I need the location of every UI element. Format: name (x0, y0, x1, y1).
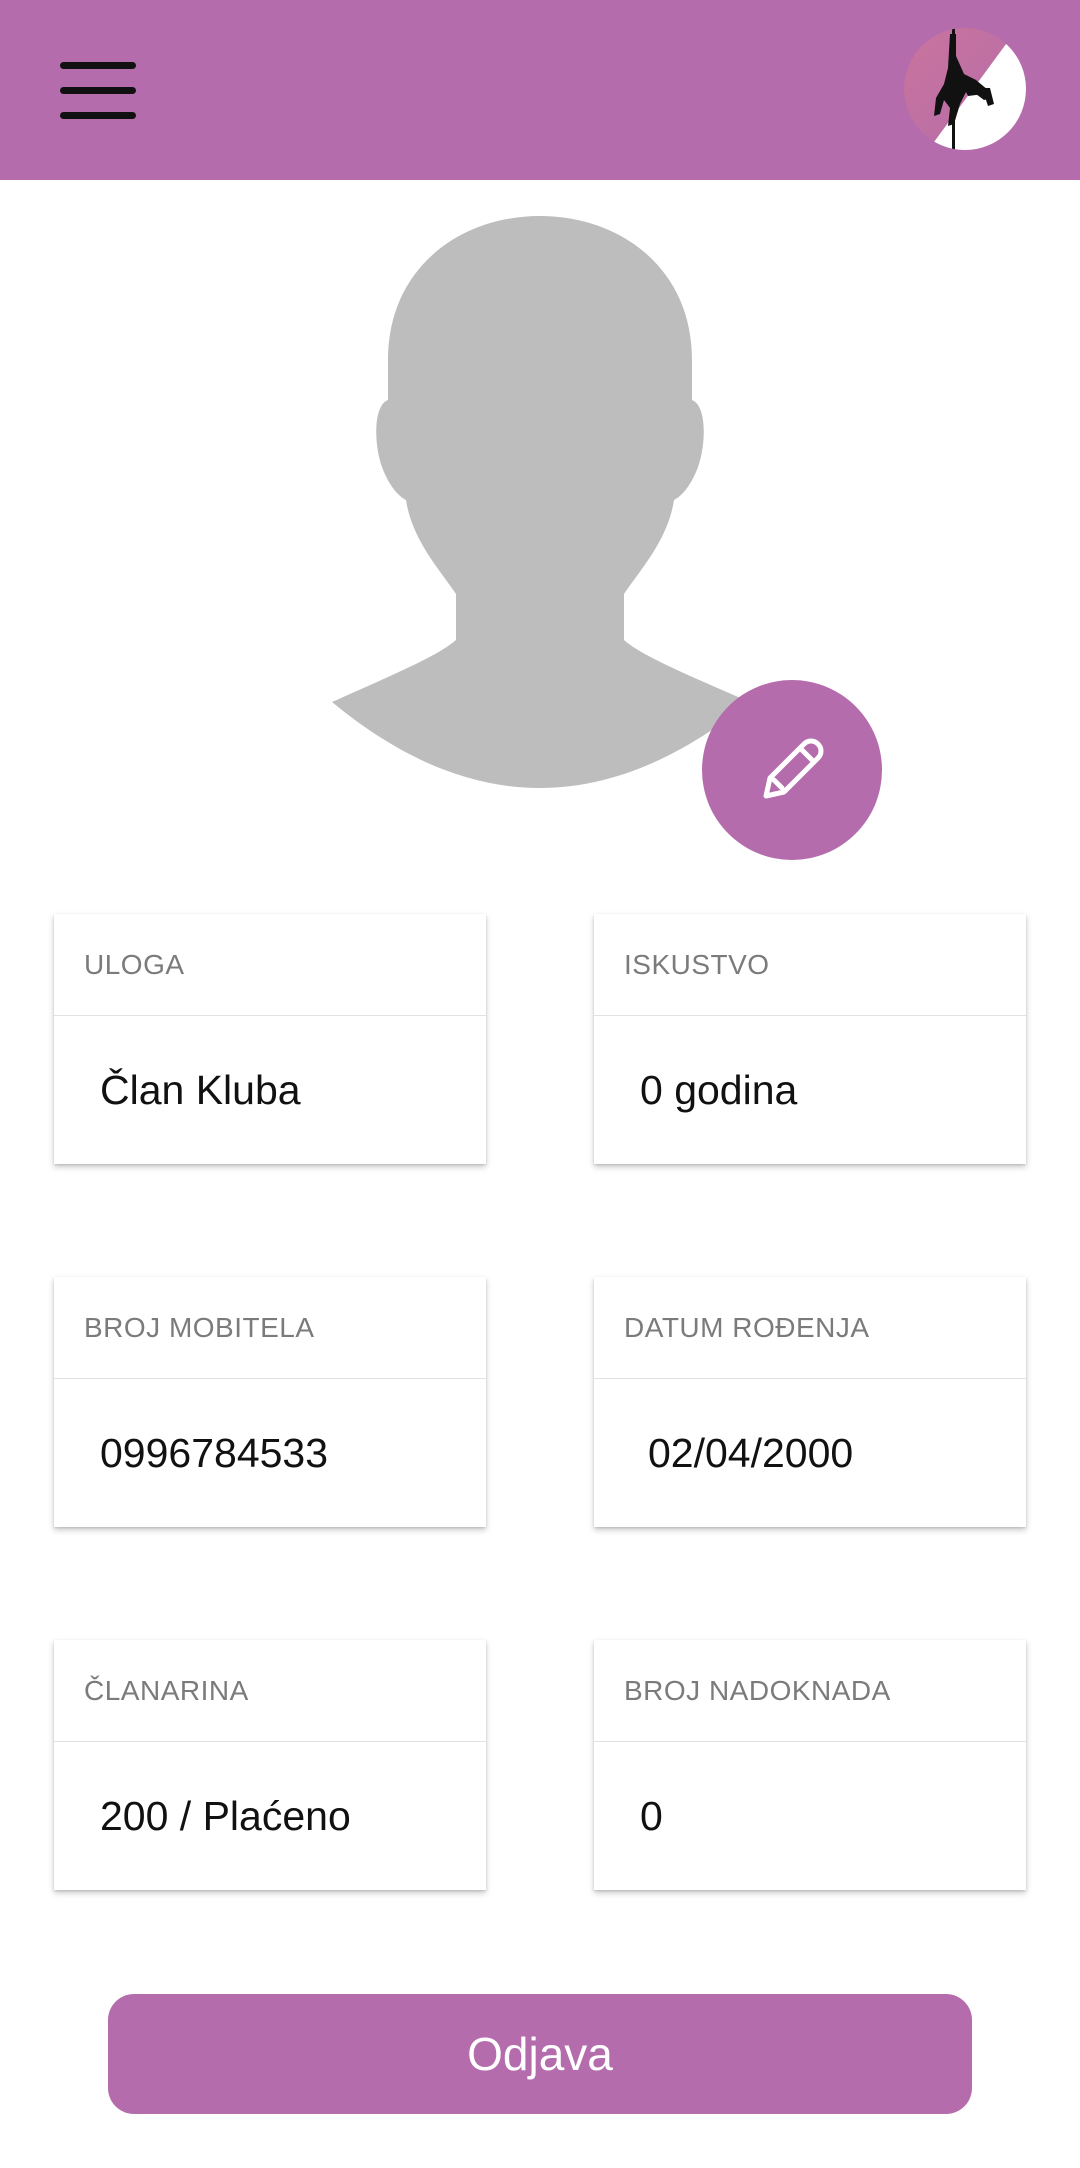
logout-button[interactable]: Odjava (108, 1994, 972, 2114)
role-value: Član Kluba (100, 1066, 301, 1113)
menu-icon-line (60, 86, 136, 94)
membership-value: 200 / Plaćeno (100, 1792, 351, 1839)
pencil-icon (763, 738, 824, 799)
birthdate-card: DATUM ROĐENJA 02/04/2000 (594, 1277, 1026, 1527)
role-label: ULOGA (54, 914, 486, 1016)
membership-card: ČLANARINA 200 / Plaćeno (54, 1640, 486, 1890)
menu-icon-line (60, 111, 136, 119)
menu-icon-line (60, 61, 136, 69)
experience-value: 0 godina (640, 1066, 798, 1113)
birthdate-label: DATUM ROĐENJA (594, 1277, 1026, 1379)
phone-value: 0996784533 (100, 1429, 329, 1476)
pole-dancer-logo-icon[interactable] (904, 28, 1026, 150)
phone-label: BROJ MOBITELA (54, 1277, 486, 1379)
person-placeholder-icon (330, 210, 750, 790)
role-card: ULOGA Član Kluba (54, 914, 486, 1164)
hamburger-menu-button[interactable] (46, 50, 152, 130)
makeups-value: 0 (640, 1792, 663, 1839)
membership-label: ČLANARINA (54, 1640, 486, 1742)
birthdate-value: 02/04/2000 (648, 1429, 854, 1476)
makeups-card: BROJ NADOKNADA 0 (594, 1640, 1026, 1890)
experience-card: ISKUSTVO 0 godina (594, 914, 1026, 1164)
experience-label: ISKUSTVO (594, 914, 1026, 1016)
app-bar (0, 0, 1080, 180)
phone-card: BROJ MOBITELA 0996784533 (54, 1277, 486, 1527)
makeups-label: BROJ NADOKNADA (594, 1640, 1026, 1742)
edit-profile-button[interactable] (702, 680, 882, 860)
